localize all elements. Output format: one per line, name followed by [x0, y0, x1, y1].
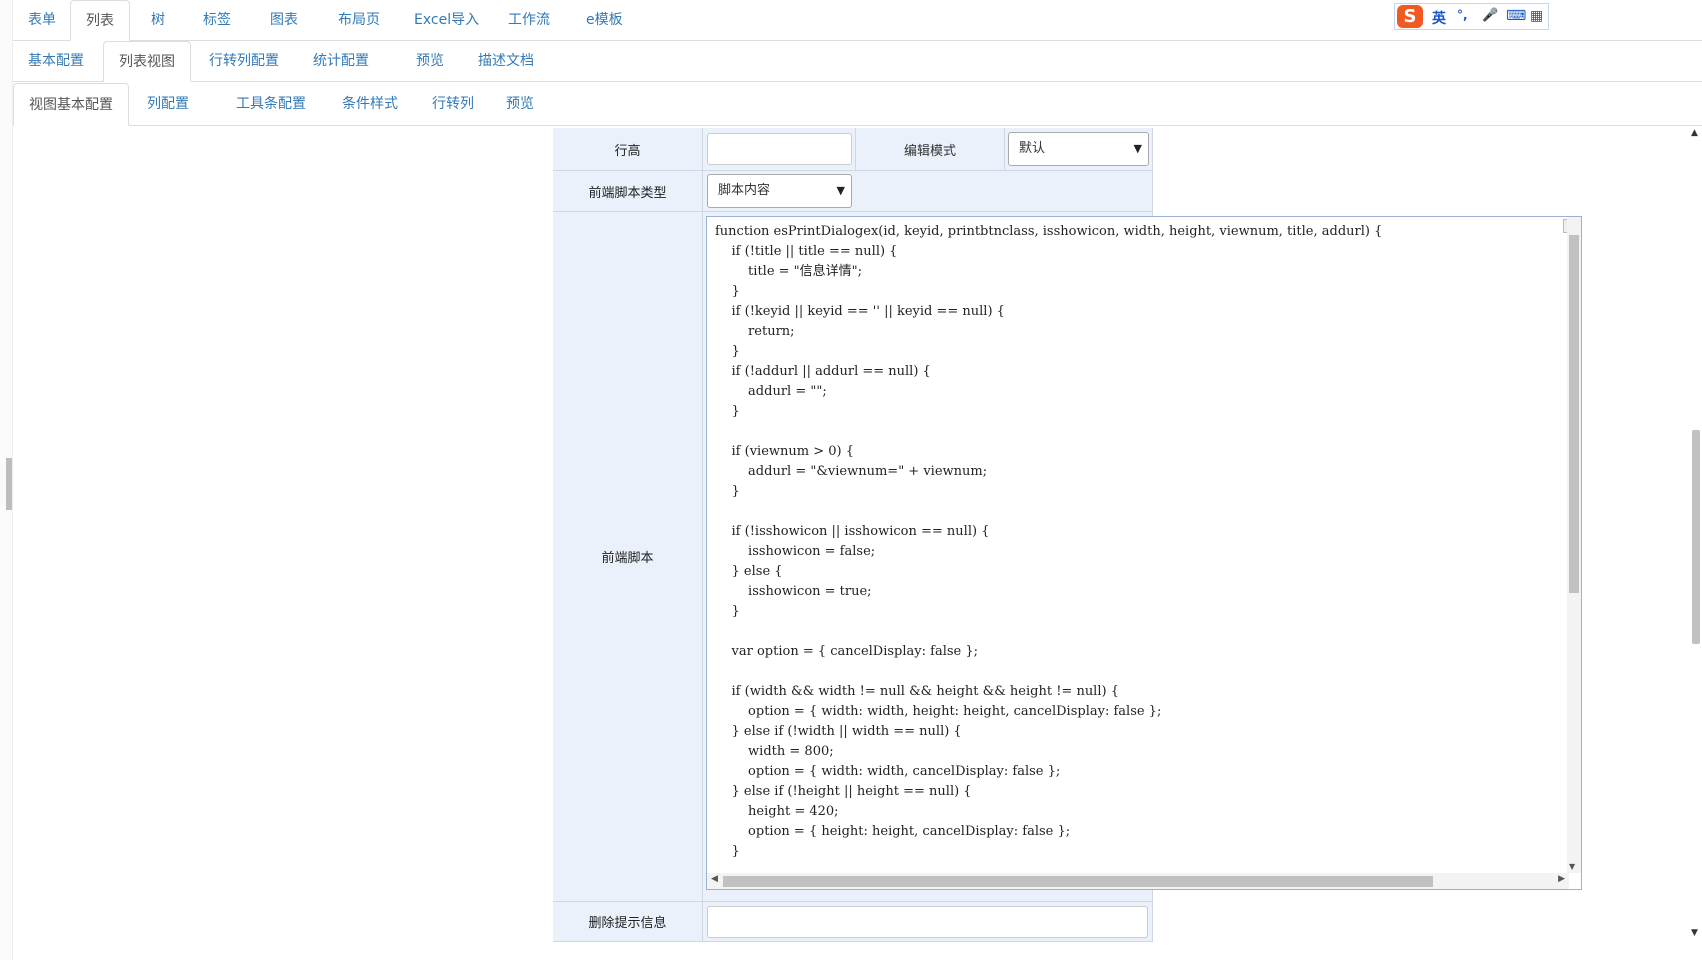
- scroll-down-arrow-icon[interactable]: ▼: [1691, 928, 1698, 938]
- delete-tip-label: 删除提示信息: [553, 902, 703, 941]
- tab-view-basic-config[interactable]: 视图基本配置: [13, 83, 129, 126]
- row-height-input[interactable]: [707, 133, 852, 165]
- tab-column-config[interactable]: 列配置: [132, 83, 204, 125]
- tab-statistics-config[interactable]: 统计配置: [298, 41, 384, 81]
- script-code-editor[interactable]: function esPrintDialogex(id, keyid, prin…: [706, 216, 1582, 890]
- ime-toolbar[interactable]: S 英 °, 🎤 ⌨ ▦: [1394, 3, 1549, 30]
- script-type-row: 前端脚本类型 脚本内容 ▼: [553, 171, 1153, 212]
- script-type-select[interactable]: 脚本内容 ▼: [707, 174, 852, 208]
- sogou-logo-icon: S: [1397, 5, 1423, 28]
- punctuation-icon[interactable]: °,: [1457, 8, 1468, 22]
- left-scroll-thumb[interactable]: [6, 458, 12, 510]
- scroll-up-arrow-icon[interactable]: ▲: [1691, 128, 1698, 138]
- edit-mode-select[interactable]: 默认 ▼: [1008, 132, 1149, 166]
- tab-label[interactable]: 标签: [188, 0, 246, 40]
- script-type-label: 前端脚本类型: [553, 171, 703, 211]
- tab-tree[interactable]: 树: [136, 0, 180, 40]
- keyboard-icon[interactable]: ⌨: [1506, 8, 1526, 24]
- tab-e-template[interactable]: e模板: [571, 0, 638, 40]
- chevron-down-icon: ▼: [836, 184, 845, 197]
- script-label: 前端脚本: [553, 212, 703, 901]
- left-edge-scrollbar[interactable]: [0, 0, 13, 960]
- tab-basic-config[interactable]: 基本配置: [13, 41, 99, 81]
- script-type-value: 脚本内容: [718, 183, 771, 198]
- second-tab-bar: 基本配置 列表视图 行转列配置 统计配置 预览 描述文档: [13, 41, 1702, 82]
- tab-list-view[interactable]: 列表视图: [103, 41, 191, 82]
- edit-mode-label: 编辑模式: [855, 128, 1005, 170]
- microphone-icon[interactable]: 🎤: [1482, 8, 1498, 23]
- edit-mode-value: 默认: [1019, 141, 1046, 156]
- editor-vscroll-thumb[interactable]: [1569, 235, 1579, 593]
- tab-workflow[interactable]: 工作流: [493, 0, 565, 40]
- third-tab-bar: 视图基本配置 列配置 工具条配置 条件样式 行转列 预览: [13, 83, 1702, 126]
- tab-conditional-style[interactable]: 条件样式: [327, 83, 413, 125]
- delete-tip-input[interactable]: [707, 906, 1148, 938]
- grid-menu-icon[interactable]: ▦: [1530, 8, 1543, 24]
- editor-hscroll-thumb[interactable]: [723, 876, 1433, 887]
- tab-chart[interactable]: 图表: [255, 0, 313, 40]
- ime-mode-toggle[interactable]: 英: [1432, 8, 1446, 28]
- scroll-right-arrow-icon[interactable]: ▶: [1558, 874, 1565, 884]
- tab-layout-page[interactable]: 布局页: [323, 0, 395, 40]
- page-scroll-thumb[interactable]: [1692, 430, 1700, 644]
- tab-description-doc[interactable]: 描述文档: [463, 41, 549, 81]
- row-height-row: 行高 编辑模式 默认 ▼: [553, 128, 1153, 171]
- row-height-label: 行高: [553, 128, 703, 170]
- script-code-text[interactable]: function esPrintDialogex(id, keyid, prin…: [715, 222, 1382, 862]
- scroll-down-arrow-icon[interactable]: ▼: [1569, 862, 1575, 871]
- tab-row-to-col-config[interactable]: 行转列配置: [194, 41, 294, 81]
- tab-preview-2[interactable]: 预览: [491, 83, 549, 125]
- editor-horizontal-scrollbar[interactable]: ◀ ▶: [707, 873, 1569, 889]
- tab-form[interactable]: 表单: [13, 0, 71, 40]
- scroll-left-arrow-icon[interactable]: ◀: [711, 874, 718, 884]
- chevron-down-icon: ▼: [1133, 142, 1142, 155]
- tab-toolbar-config[interactable]: 工具条配置: [221, 83, 321, 125]
- tab-list[interactable]: 列表: [70, 0, 130, 41]
- page-scrollbar[interactable]: ▲ ▼: [1688, 128, 1702, 938]
- tab-row-to-col[interactable]: 行转列: [417, 83, 489, 125]
- editor-vertical-scrollbar[interactable]: ▼: [1567, 217, 1581, 873]
- tab-excel-import[interactable]: Excel导入: [399, 0, 494, 40]
- delete-tip-row: 删除提示信息: [553, 902, 1153, 942]
- tab-preview[interactable]: 预览: [401, 41, 459, 81]
